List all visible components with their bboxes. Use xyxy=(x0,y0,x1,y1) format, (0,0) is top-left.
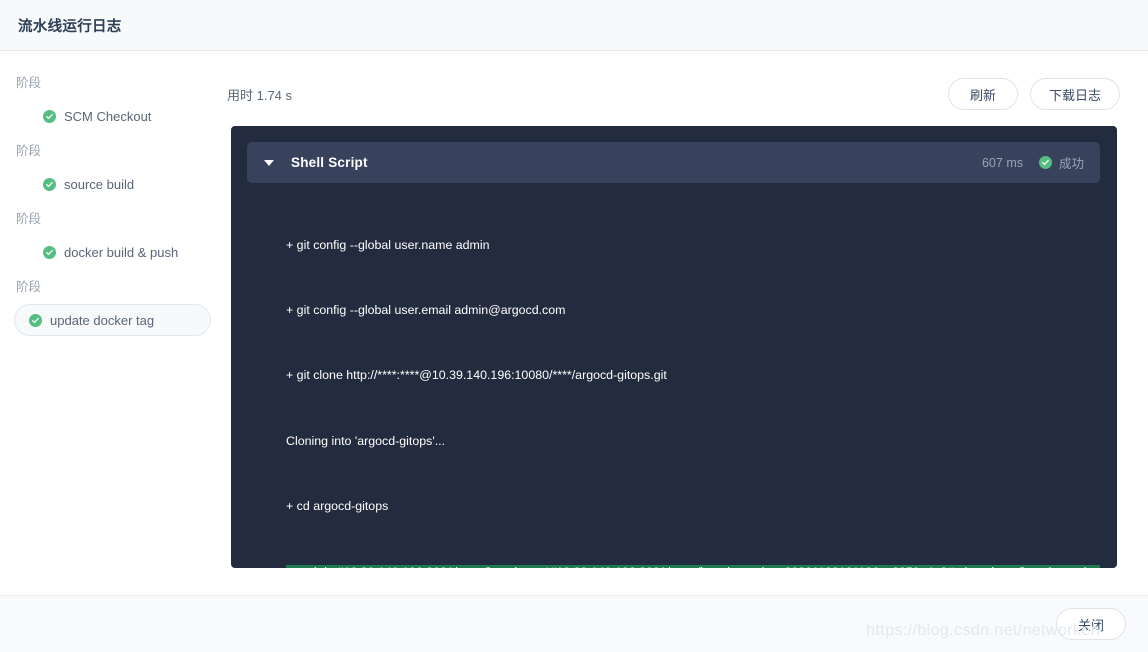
log-toolbar: 用时 1.74 s 刷新 下载日志 xyxy=(225,74,1148,114)
stages-sidebar: 阶段 SCM Checkout 阶段 source build 阶段 docke… xyxy=(0,52,225,595)
sidebar-item-docker-build-push[interactable]: docker build & push xyxy=(14,236,211,268)
stage-group-3: 阶段 update docker tag xyxy=(0,278,225,336)
pipeline-duration: 用时 1.74 s xyxy=(227,87,293,103)
log-line: + git config --global user.name admin xyxy=(286,237,490,252)
console-step-duration: 607 ms xyxy=(981,155,1023,170)
stage-group-2: 阶段 docker build & push xyxy=(0,210,225,268)
sidebar-item-source-build[interactable]: source build xyxy=(14,168,211,200)
console-log-output[interactable]: + git config --global user.name admin + … xyxy=(231,183,1117,568)
sidebar-item-label: SCM Checkout xyxy=(64,108,152,124)
dialog-footer: 关闭 xyxy=(0,595,1148,652)
console-step-header[interactable]: Shell Script 607 ms 成功 xyxy=(247,142,1100,183)
console-panel: Shell Script 607 ms 成功 + git config --gl… xyxy=(231,126,1117,568)
sidebar-item-label: update docker tag xyxy=(50,312,155,328)
chevron-down-icon[interactable] xyxy=(259,153,279,173)
console-step-title: Shell Script xyxy=(291,155,368,170)
check-circle-icon xyxy=(43,177,56,191)
stage-group-label: 阶段 xyxy=(16,280,42,294)
stage-group-label: 阶段 xyxy=(16,144,42,158)
check-circle-icon xyxy=(29,313,42,327)
status-badge-label: 成功 xyxy=(1058,157,1084,171)
close-button[interactable]: 关闭 xyxy=(1056,608,1126,640)
stage-group-1: 阶段 source build xyxy=(0,142,225,200)
page-title: 流水线运行日志 xyxy=(18,18,122,35)
sidebar-item-label: docker build & push xyxy=(64,244,179,260)
log-pane: 用时 1.74 s 刷新 下载日志 Shell Script 607 ms 成功 xyxy=(225,52,1148,595)
log-line: + cd argocd-gitops xyxy=(286,499,389,514)
sidebar-item-update-docker-tag[interactable]: update docker tag xyxy=(14,304,211,336)
dialog-header: 流水线运行日志 xyxy=(0,0,1148,51)
check-circle-icon xyxy=(1038,156,1052,169)
log-line-highlighted-wrapper: + sed -i s#10.39.140.196:8081/apps/javad… xyxy=(286,562,1101,568)
sidebar-item-label: source build xyxy=(64,176,135,192)
log-line-highlighted: + sed -i s#10.39.140.196:8081/apps/javad… xyxy=(286,564,1101,568)
stage-group-0: 阶段 SCM Checkout xyxy=(0,74,225,132)
log-line: Cloning into 'argocd-gitops'... xyxy=(286,433,446,448)
status-badge: 成功 xyxy=(1038,153,1084,172)
log-line: + git clone http://****:****@10.39.140.1… xyxy=(286,368,667,383)
download-log-button[interactable]: 下载日志 xyxy=(1029,78,1120,110)
check-circle-icon xyxy=(43,245,56,259)
dialog-body: 阶段 SCM Checkout 阶段 source build 阶段 docke… xyxy=(0,52,1148,595)
log-line: + git config --global user.email admin@a… xyxy=(286,302,566,317)
check-circle-icon xyxy=(43,109,56,123)
stage-group-label: 阶段 xyxy=(16,212,42,226)
sidebar-item-scm-checkout[interactable]: SCM Checkout xyxy=(14,100,211,132)
refresh-button[interactable]: 刷新 xyxy=(947,78,1018,110)
stage-group-label: 阶段 xyxy=(16,76,42,90)
